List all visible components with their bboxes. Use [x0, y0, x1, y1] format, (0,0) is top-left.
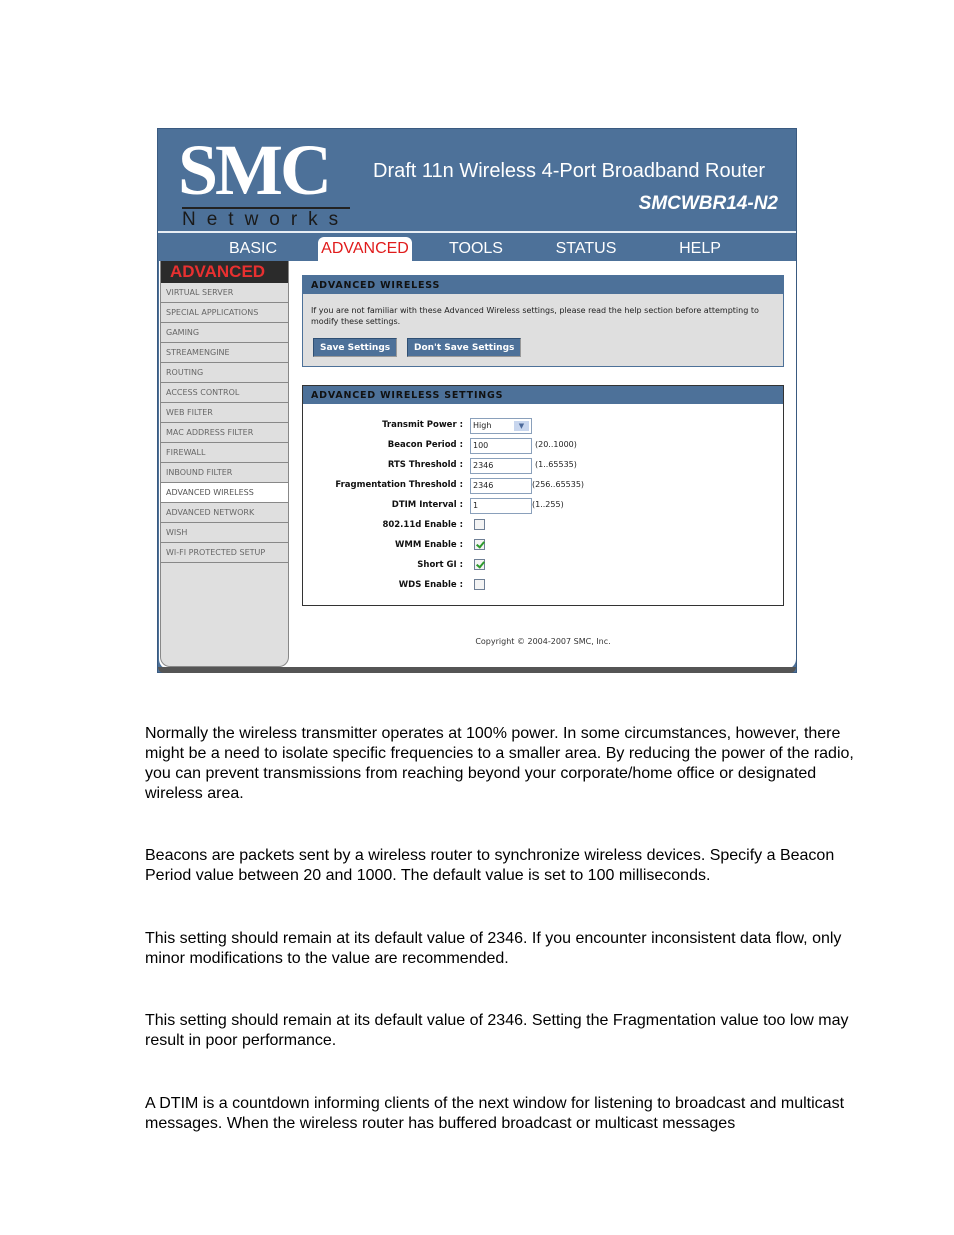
sidebar-item-wifi-protected-setup[interactable]: WI-FI PROTECTED SETUP [161, 543, 288, 563]
sidebar-item-mac-address-filter[interactable]: MAC ADDRESS FILTER [161, 423, 288, 443]
wmm-enable-checkbox[interactable] [474, 539, 485, 550]
fragmentation-threshold-label: Fragmentation Threshold : [335, 480, 463, 490]
tab-status[interactable]: STATUS [536, 237, 636, 261]
short-gi-label: Short GI : [417, 560, 463, 570]
wmm-enable-label: WMM Enable : [395, 540, 463, 550]
wmm-enable-row: WMM Enable : [303, 538, 783, 556]
beacon-period-input[interactable]: 100 [470, 438, 532, 454]
short-gi-checkbox[interactable] [474, 559, 485, 570]
dont-save-settings-button[interactable]: Don't Save Settings [407, 338, 522, 357]
rts-threshold-label: RTS Threshold : [387, 460, 463, 470]
paragraph-rts-threshold: This setting should remain at its defaul… [145, 930, 842, 967]
transmit-power-row: Transmit Power : High ▼ [303, 418, 783, 436]
beacon-period-row: Beacon Period : 100 (20..1000) [303, 438, 783, 456]
sidebar-item-routing[interactable]: ROUTING [161, 363, 288, 383]
main-nav: BASIC ADVANCED TOOLS STATUS HELP [158, 233, 796, 261]
sidebar-item-advanced-wireless[interactable]: ADVANCED WIRELESS [161, 483, 288, 503]
dtim-interval-label: DTIM Interval : [391, 500, 463, 510]
tab-help[interactable]: HELP [650, 237, 750, 261]
sidebar-item-special-applications[interactable]: SPECIAL APPLICATIONS [161, 303, 288, 323]
transmit-power-select[interactable]: High ▼ [470, 418, 532, 434]
dtim-interval-range: (1..255) [532, 500, 564, 509]
rts-threshold-input[interactable]: 2346 [470, 458, 532, 474]
dtim-interval-input[interactable]: 1 [470, 498, 532, 514]
wds-enable-checkbox[interactable] [474, 579, 485, 590]
sidebar-item-inbound-filter[interactable]: INBOUND FILTER [161, 463, 288, 483]
advanced-wireless-intro-panel: ADVANCED WIRELESS If you are not familia… [302, 275, 784, 367]
paragraph-beacon-period: Beacons are packets sent by a wireless r… [145, 847, 835, 884]
router-screenshot: SMC Networks Draft 11n Wireless 4-Port B… [157, 128, 797, 673]
sidebar-item-access-control[interactable]: ACCESS CONTROL [161, 383, 288, 403]
dot11d-enable-label: 802.11d Enable : [382, 520, 463, 530]
sidebar-item-advanced-network[interactable]: ADVANCED NETWORK [161, 503, 288, 523]
sidebar-item-gaming[interactable]: GAMING [161, 323, 288, 343]
sidebar: ADVANCED VIRTUAL SERVER SPECIAL APPLICAT… [160, 261, 289, 667]
router-body: ADVANCED VIRTUAL SERVER SPECIAL APPLICAT… [158, 261, 796, 669]
intro-description: If you are not familiar with these Advan… [311, 306, 759, 326]
sidebar-item-virtual-server[interactable]: VIRTUAL SERVER [161, 283, 288, 303]
paragraph-dtim-interval: A DTIM is a countdown informing clients … [145, 1095, 845, 1132]
frame-bottom-edge [158, 667, 796, 673]
intro-panel-title: ADVANCED WIRELESS [303, 276, 783, 294]
sidebar-title: ADVANCED [161, 261, 288, 283]
paragraph-transmit-power: Normally the wireless transmitter operat… [145, 725, 854, 802]
dot11d-enable-row: 802.11d Enable : [303, 518, 783, 536]
sidebar-item-streamengine[interactable]: STREAMENGINE [161, 343, 288, 363]
dtim-interval-row: DTIM Interval : 1 (1..255) [303, 498, 783, 516]
short-gi-row: Short GI : [303, 558, 783, 576]
beacon-period-range: (20..1000) [535, 440, 577, 449]
fragmentation-threshold-range: (256..65535) [532, 480, 585, 489]
tab-basic[interactable]: BASIC [203, 237, 303, 261]
tab-tools[interactable]: TOOLS [426, 237, 526, 261]
logo-subtitle: Networks [182, 209, 350, 230]
rts-threshold-range: (1..65535) [535, 460, 577, 469]
advanced-wireless-settings-panel: ADVANCED WIRELESS SETTINGS Transmit Powe… [302, 385, 784, 606]
tab-advanced[interactable]: ADVANCED [318, 237, 412, 261]
product-title: Draft 11n Wireless 4-Port Broadband Rout… [373, 160, 766, 182]
fragmentation-threshold-row: Fragmentation Threshold : 2346 (256..655… [303, 478, 783, 496]
settings-panel-title: ADVANCED WIRELESS SETTINGS [303, 386, 783, 404]
beacon-period-label: Beacon Period : [387, 440, 463, 450]
product-model: SMCWBR14-N2 [638, 193, 778, 214]
dot11d-enable-checkbox[interactable] [474, 519, 485, 530]
save-settings-button[interactable]: Save Settings [313, 338, 398, 357]
transmit-power-value: High [473, 421, 492, 430]
router-header: SMC Networks Draft 11n Wireless 4-Port B… [158, 129, 796, 231]
rts-threshold-row: RTS Threshold : 2346 (1..65535) [303, 458, 783, 476]
chevron-down-icon[interactable]: ▼ [514, 421, 529, 431]
sidebar-item-web-filter[interactable]: WEB FILTER [161, 403, 288, 423]
wds-enable-row: WDS Enable : [303, 578, 783, 596]
paragraph-fragmentation-threshold: This setting should remain at its defaul… [145, 1012, 849, 1049]
wds-enable-label: WDS Enable : [398, 580, 463, 590]
sidebar-item-firewall[interactable]: FIREWALL [161, 443, 288, 463]
copyright: Copyright © 2004-2007 SMC, Inc. [475, 637, 611, 646]
sidebar-item-wish[interactable]: WISH [161, 523, 288, 543]
smc-logo: SMC [178, 130, 332, 210]
fragmentation-threshold-input[interactable]: 2346 [470, 478, 532, 494]
transmit-power-label: Transmit Power : [382, 420, 463, 430]
